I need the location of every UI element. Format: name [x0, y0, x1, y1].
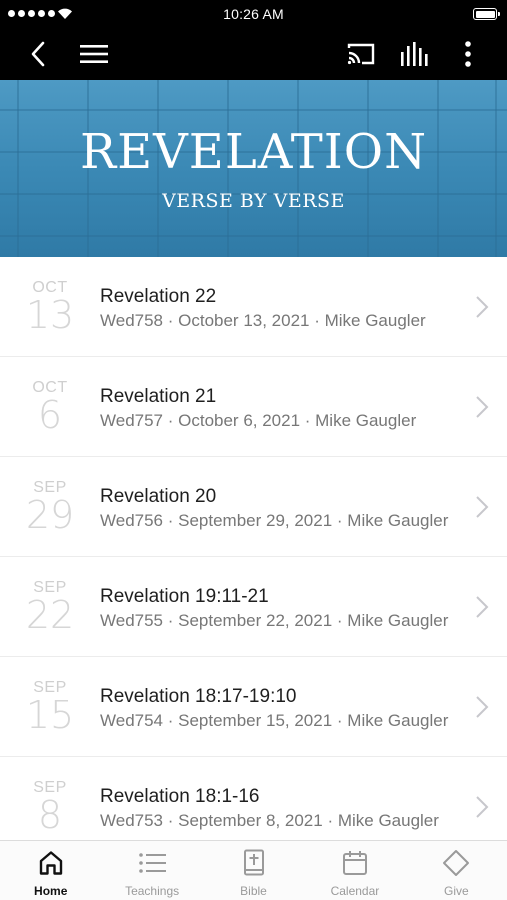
calendar-icon	[340, 849, 370, 877]
teaching-title: Revelation 20	[100, 486, 217, 507]
teachings-list: OCT 13 Revelation 22 Wed758 · October 13…	[0, 257, 507, 840]
hamburger-menu-icon	[80, 45, 108, 63]
tab-label: Give	[443, 884, 469, 898]
date-day: 15	[25, 693, 75, 737]
chevron-right-icon	[476, 596, 489, 618]
date-day: 29	[25, 493, 75, 537]
tab-label: Bible	[240, 884, 267, 898]
audio-button[interactable]	[394, 28, 436, 80]
banner-title: REVELATION	[79, 124, 428, 180]
tab-bar: Home Teachings Bible Calendar Give	[0, 840, 507, 900]
status-bar: 10:26 AM	[0, 0, 507, 28]
teaching-title: Revelation 18:1-16	[100, 786, 260, 807]
menu-button[interactable]	[74, 28, 114, 80]
tab-home[interactable]: Home	[0, 841, 101, 900]
bible-icon	[239, 849, 269, 877]
more-vertical-icon	[465, 41, 471, 67]
nav-bar	[0, 28, 507, 80]
status-time: 10:26 AM	[223, 6, 284, 22]
teaching-title: Revelation 18:17-19:10	[100, 686, 297, 707]
chevron-right-icon	[476, 796, 489, 818]
teaching-subtitle: Wed758 · October 13, 2021 · Mike Gaugler	[100, 311, 426, 330]
chevron-right-icon	[476, 396, 489, 418]
list-item[interactable]: OCT 13 Revelation 22 Wed758 · October 13…	[0, 257, 507, 357]
list-item[interactable]: SEP 29 Revelation 20 Wed756 · September …	[0, 457, 507, 557]
chevron-right-icon	[476, 696, 489, 718]
audio-bars-icon	[401, 42, 428, 66]
more-button[interactable]	[450, 28, 486, 80]
list-item[interactable]: SEP 22 Revelation 19:11-21 Wed755 · Sept…	[0, 557, 507, 657]
list-icon	[137, 849, 167, 877]
diamond-icon	[441, 849, 471, 877]
teaching-title: Revelation 19:11-21	[100, 586, 269, 607]
teaching-subtitle: Wed756 · September 29, 2021 · Mike Gaugl…	[100, 511, 449, 530]
cast-button[interactable]	[340, 28, 382, 80]
chevron-right-icon	[476, 296, 489, 318]
tab-calendar[interactable]: Calendar	[304, 841, 405, 900]
date-day: 13	[25, 293, 75, 337]
back-chevron-icon	[31, 41, 45, 67]
app-screen: 10:26 AM REVELATION VERSE BY VERSE OCT 1…	[0, 0, 507, 900]
battery-icon	[473, 8, 500, 20]
chevron-right-icon	[476, 496, 489, 518]
date-day: 22	[25, 593, 75, 637]
home-icon	[36, 849, 66, 877]
list-item[interactable]: SEP 15 Revelation 18:17-19:10 Wed754 · S…	[0, 657, 507, 757]
tab-label: Teachings	[125, 884, 180, 898]
tab-label: Calendar	[330, 884, 380, 898]
tab-label: Home	[34, 884, 68, 898]
teaching-subtitle: Wed755 · September 22, 2021 · Mike Gaugl…	[100, 611, 449, 630]
list-item[interactable]: SEP 8 Revelation 18:1-16 Wed753 · Septem…	[0, 757, 507, 840]
tab-give[interactable]: Give	[406, 841, 507, 900]
teaching-subtitle: Wed754 · September 15, 2021 · Mike Gaugl…	[100, 711, 449, 730]
list-item[interactable]: OCT 6 Revelation 21 Wed757 · October 6, …	[0, 357, 507, 457]
tab-teachings[interactable]: Teachings	[101, 841, 202, 900]
cast-icon	[347, 43, 375, 65]
teaching-title: Revelation 22	[100, 286, 217, 307]
date-day: 8	[37, 793, 63, 837]
teaching-subtitle: Wed753 · September 8, 2021 · Mike Gaugle…	[100, 811, 439, 830]
banner-subtitle: VERSE BY VERSE	[162, 190, 345, 212]
teaching-title: Revelation 21	[100, 386, 217, 407]
teaching-subtitle: Wed757 · October 6, 2021 · Mike Gaugler	[100, 411, 417, 430]
date-day: 6	[37, 393, 63, 437]
tab-bible[interactable]: Bible	[203, 841, 304, 900]
back-button[interactable]	[20, 28, 56, 80]
